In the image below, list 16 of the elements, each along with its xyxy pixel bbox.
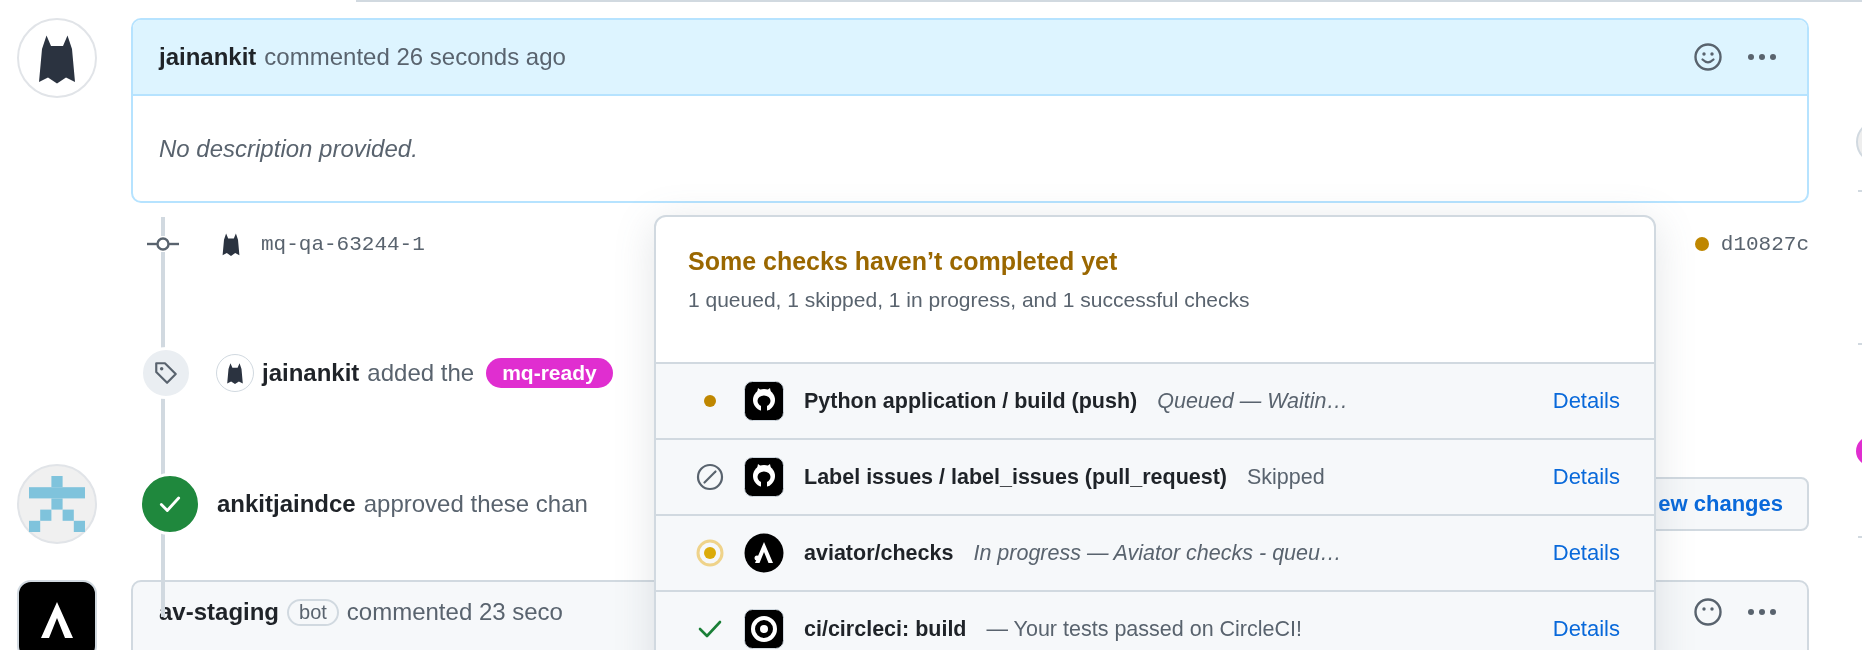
comment-body: No description provided.: [159, 134, 418, 163]
check-name: aviator/checks: [804, 540, 954, 566]
check-name: Python application / build (push): [804, 388, 1138, 414]
check-name: Label issues / label_issues (pull_request): [804, 464, 1227, 490]
review-text: approved these chan: [363, 490, 588, 518]
check-description: Queued — Waitin…: [1157, 388, 1349, 414]
check-description: — Your tests passed on CircleCI!: [986, 616, 1302, 642]
comment-timestamp: commented 23 seco: [346, 598, 563, 626]
checks-summary: 1 queued, 1 skipped, 1 in progress, and 1 successful checks: [688, 288, 1251, 312]
check-description: Skipped: [1247, 464, 1325, 490]
check-description: In progress — Aviator checks - queu…: [973, 540, 1342, 566]
comment-timestamp: commented 26 seconds ago: [264, 43, 566, 71]
check-name: ci/circleci: build: [804, 616, 967, 642]
bot-badge: bot: [287, 598, 339, 626]
event-text: added the: [367, 359, 475, 387]
checks-title: Some checks haven’t completed yet: [688, 247, 1119, 276]
